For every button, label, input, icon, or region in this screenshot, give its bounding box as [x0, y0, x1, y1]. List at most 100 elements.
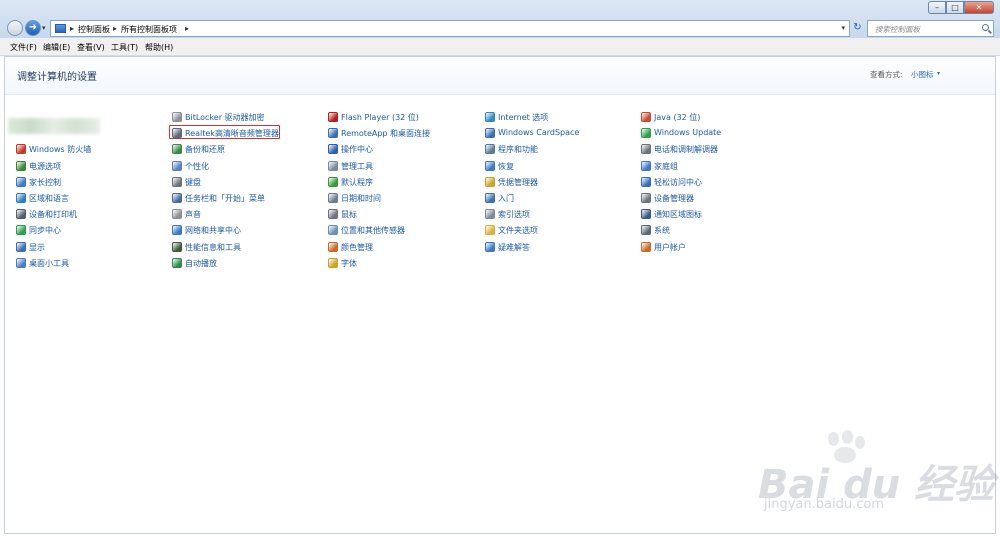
- gadgets-icon: [16, 257, 26, 268]
- control-panel-item-label: 位置和其他传感器: [341, 226, 405, 236]
- control-panel-item-label: 通知区域图标: [654, 210, 702, 220]
- autoplay-icon: [172, 257, 182, 268]
- control-panel-item-label: 轻松访问中心: [654, 177, 702, 187]
- control-panel-item-label: 用户帐户: [654, 242, 686, 252]
- device-manager-icon: [641, 193, 651, 203]
- user-accounts-icon: [641, 241, 651, 252]
- control-panel-item-label: RemoteApp 和桌面连接: [341, 129, 431, 139]
- back-button[interactable]: [7, 20, 23, 36]
- system-icon: [641, 225, 651, 236]
- firewall-icon: [16, 144, 26, 155]
- chevron-down-icon[interactable]: ▾: [841, 24, 845, 32]
- control-panel-item-label: 家长控制: [29, 177, 61, 187]
- notification-icon: [641, 209, 651, 220]
- search-input[interactable]: 搜索控制面板: [867, 20, 994, 37]
- control-panel-item-label: 设备管理器: [654, 194, 694, 203]
- control-panel-item-label: 管理工具: [341, 161, 373, 171]
- recent-pages-dropdown[interactable]: ▾: [42, 24, 46, 32]
- display-icon: [16, 241, 26, 252]
- windows-update-icon: [641, 128, 651, 139]
- control-panel-item-label: Windows 防火墙: [29, 145, 92, 155]
- control-panel-item-label: 凭据管理器: [498, 177, 538, 187]
- close-button[interactable]: ✕: [964, 1, 994, 14]
- folder-options-icon: [485, 225, 495, 236]
- control-panel-item-label: 恢复: [498, 161, 514, 171]
- control-panel-item-label: 设备和打印机: [29, 210, 77, 220]
- action-center-icon: [328, 144, 338, 155]
- recovery-icon: [485, 160, 495, 171]
- control-panel-item-label: 备份和还原: [185, 145, 225, 155]
- breadcrumb-separator[interactable]: ▸: [70, 24, 74, 33]
- control-panel-item-label: 显示: [29, 242, 45, 252]
- sensor-icon: [328, 225, 338, 236]
- control-panel-item-label: 索引选项: [498, 210, 530, 220]
- control-panel-item-label: 声音: [185, 210, 201, 220]
- breadcrumb-separator[interactable]: ▸: [113, 24, 117, 33]
- search-icon[interactable]: [982, 24, 989, 31]
- blurred-region: [8, 118, 100, 134]
- maximize-button[interactable]: □: [946, 1, 964, 14]
- control-panel-item-label: 鼠标: [341, 210, 357, 220]
- breadcrumb-control-panel[interactable]: 控制面板: [78, 24, 110, 35]
- control-panel-item-label: Java (32 位): [654, 113, 701, 122]
- paw-icon: [842, 430, 853, 444]
- control-panel-item-label: Windows Update: [654, 128, 722, 138]
- control-panel-item-label: 网络和共享中心: [185, 226, 241, 236]
- control-panel-icon: [55, 24, 66, 33]
- control-panel-item-label: 桌面小工具: [29, 258, 69, 268]
- keyboard-icon: [172, 176, 182, 187]
- credential-icon: [485, 176, 495, 187]
- paw-icon: [855, 436, 865, 449]
- control-panel-item-label: 日期和时间: [341, 194, 381, 203]
- internet-options-icon: [485, 112, 495, 122]
- control-panel-item-label: 任务栏和「开始」菜单: [185, 194, 265, 203]
- backup-icon: [172, 144, 182, 155]
- sync-icon: [16, 225, 26, 236]
- control-panel-item-label: 入门: [498, 194, 514, 203]
- paw-icon: [828, 432, 839, 446]
- bitlocker-icon: [172, 112, 182, 122]
- control-panel-item-label: 同步中心: [29, 226, 61, 236]
- control-panel-item-label: 自动播放: [185, 258, 217, 268]
- taskbar-icon: [172, 193, 182, 203]
- control-panel-item-label: 颜色管理: [341, 242, 373, 252]
- highlight-box: [169, 125, 280, 139]
- control-panel-item-label: Windows CardSpace: [498, 128, 580, 138]
- view-by-dropdown[interactable]: 小图标: [911, 69, 934, 80]
- troubleshooting-icon: [485, 241, 495, 252]
- control-panel-item-label: 电源选项: [29, 161, 61, 171]
- remoteapp-icon: [328, 128, 338, 139]
- phone-modem-icon: [641, 144, 651, 155]
- sound-icon: [172, 209, 182, 220]
- menu-help[interactable]: 帮助(H): [145, 42, 173, 53]
- control-panel-item-label: 程序和功能: [498, 145, 538, 155]
- menu-edit[interactable]: 编辑(E): [43, 42, 70, 53]
- control-panel-item-label: 系统: [654, 226, 670, 236]
- performance-icon: [172, 241, 182, 252]
- power-icon: [16, 160, 26, 171]
- minimize-button[interactable]: –: [928, 1, 946, 14]
- refresh-button[interactable]: ↻: [851, 21, 864, 36]
- address-bar[interactable]: ▸ 控制面板 ▸ 所有控制面板项 ▸ ▾: [50, 20, 850, 37]
- cardspace-icon: [485, 128, 495, 139]
- ease-of-access-icon: [641, 176, 651, 187]
- control-panel-item-label: 疑难解答: [498, 242, 530, 252]
- menu-tools[interactable]: 工具(T): [111, 42, 138, 53]
- menu-view[interactable]: 查看(V): [77, 42, 105, 53]
- breadcrumb-all-items[interactable]: 所有控制面板项: [121, 24, 177, 35]
- globe-icon: [16, 193, 26, 203]
- breadcrumb-separator[interactable]: ▸: [185, 24, 189, 33]
- search-placeholder: 搜索控制面板: [875, 25, 920, 34]
- forward-button[interactable]: ➜: [25, 20, 41, 36]
- admin-tools-icon: [328, 160, 338, 171]
- control-panel-item-label: Internet 选项: [498, 113, 549, 122]
- indexing-icon: [485, 209, 495, 220]
- clock-icon: [328, 193, 338, 203]
- chevron-down-icon[interactable]: ▾: [937, 70, 940, 77]
- control-panel-item-label: 键盘: [185, 177, 201, 187]
- control-panel-item-label: 字体: [341, 258, 357, 268]
- programs-icon: [485, 144, 495, 155]
- menu-file[interactable]: 文件(F): [10, 42, 37, 53]
- control-panel-item-label: BitLocker 驱动器加密: [185, 113, 265, 122]
- control-panel-item-label: 默认程序: [341, 177, 373, 187]
